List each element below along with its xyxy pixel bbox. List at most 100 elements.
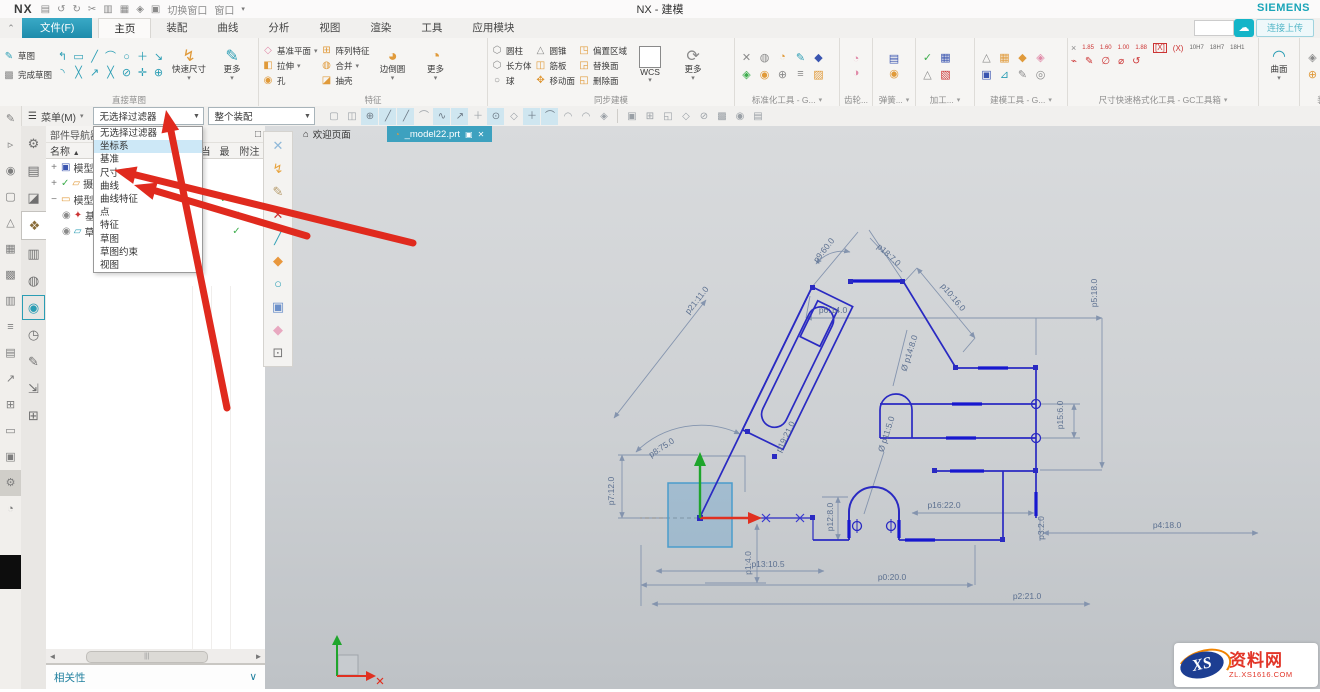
tab-home[interactable]: 主页 [98,18,151,38]
win-7-icon[interactable]: ◉ [731,108,748,125]
restore-window-icon[interactable]: ▣ [465,130,473,139]
resource-settings-icon[interactable]: ⚙ [21,130,46,157]
table-tool-icon[interactable]: ▦ [0,236,21,262]
snap-16-icon[interactable]: ◈ [595,108,612,125]
web-browser-icon[interactable]: ◉ [21,294,46,321]
win-3-icon[interactable]: ◱ [659,108,676,125]
move-face-button[interactable]: ✥移动面 [535,73,576,88]
eye-icon[interactable]: ◉ [62,226,71,237]
redo-icon[interactable]: ↻ [73,4,81,15]
scope-caret-icon[interactable]: ▼ [300,113,314,120]
filter-option-csys[interactable]: 坐标系 [94,140,202,153]
chamfer-icon[interactable]: ◝ [55,66,70,81]
collapse-ribbon-icon[interactable]: ⌃ [0,18,22,38]
feature-more-button[interactable]: ◔ 更多▾ [416,48,456,82]
constraint-navigator-icon[interactable]: ◪ [21,184,46,211]
line-icon[interactable]: ╱ [87,50,102,65]
mirror-icon[interactable]: ✛ [135,66,150,81]
snap-6-icon[interactable]: ⌒ [415,108,432,125]
mt-6-icon[interactable]: ⊿ [1000,68,1009,81]
mt-5-icon[interactable]: ▣ [981,68,991,81]
snap-14-icon[interactable]: ◠ [559,108,576,125]
hd3d-tools-icon[interactable]: ◍ [21,267,46,294]
column-note[interactable]: 附注 [234,143,265,158]
tab-tools[interactable]: 工具 [406,18,457,38]
triangle-tool-icon[interactable]: △ [0,210,21,236]
asm-3-icon[interactable]: ⊕ [1308,68,1317,81]
filter-option-feature[interactable]: 特征 [94,219,202,232]
snap-8-icon[interactable]: ↗ [451,108,468,125]
graphics-window[interactable]: ⌂ 欢迎页面 ◔ _model22.prt ▣ ✕ [265,126,1320,689]
snap-11-icon[interactable]: ◇ [505,108,522,125]
delete-face-button[interactable]: ◱删除面 [578,73,627,88]
fmt-decimal-1-icon[interactable]: 1.60 [1100,45,1112,51]
std-tool-7-icon[interactable]: ◉ [760,68,770,81]
surface-button[interactable]: ◠ 曲面▾ [1262,48,1296,82]
eye-icon[interactable]: ◉ [62,210,71,221]
mt-8-icon[interactable]: ◎ [1036,68,1046,81]
cursor-tool-icon[interactable]: ▹ [0,132,21,158]
circle-icon[interactable]: ○ [119,50,134,65]
unite-button[interactable]: ◍合并▾ [321,58,370,73]
gear-2-icon[interactable]: ◑ [853,67,860,79]
roles-icon[interactable]: ✎ [21,348,46,375]
fmt-decimal-2-icon[interactable]: 1.85 [1082,45,1094,51]
asm-1-icon[interactable]: ◈ [1308,51,1316,64]
mt-1-icon[interactable]: △ [982,51,990,64]
fmt-box-x-icon[interactable]: [X] [1153,43,1167,53]
win-4-icon[interactable]: ◇ [677,108,694,125]
filter-option-datum[interactable]: 基准 [94,153,202,166]
snap-13-icon[interactable]: ⌒ [541,108,558,125]
tab-render[interactable]: 渲染 [355,18,406,38]
snap-1-icon[interactable]: ▢ [325,108,342,125]
cube-tool-icon[interactable]: ▣ [264,295,292,318]
edge-blend-button[interactable]: ◕ 边倒圆▾ [373,48,413,82]
mt-4-icon[interactable]: ◈ [1036,51,1044,64]
datum-tool-icon[interactable]: ◆ [264,318,292,341]
offset-icon[interactable]: ⊘ [119,66,134,81]
fmt-paren-x-icon[interactable]: (X) [1173,44,1184,53]
monitor-tool-icon[interactable]: ▭ [0,418,21,444]
fmt-fit-3-icon[interactable]: 18H1 [1230,45,1244,51]
finish-sketch-button[interactable]: ▩完成草图 [3,68,52,83]
filter-option-curve[interactable]: 曲线 [94,180,202,193]
sphere-button[interactable]: ○球 [491,73,532,88]
hole-button[interactable]: ◉孔 [262,73,318,88]
rectangle-icon[interactable]: ▭ [71,50,86,65]
mach-3-icon[interactable]: △ [923,68,931,81]
gear-1-icon[interactable]: ◔ [853,53,860,65]
history-icon[interactable]: ◔ [0,496,21,522]
undo-icon[interactable]: ↺ [57,4,65,15]
connect-upload-button[interactable]: 连接上传 [1256,19,1314,37]
std-tool-8-icon[interactable]: ⊕ [778,68,787,81]
fmt-trailing-icon[interactable]: 1.88 [1135,45,1147,51]
expander-icon[interactable]: − [50,194,58,205]
fmt-integer-icon[interactable]: 1.00 [1118,45,1130,51]
snap-10-icon[interactable]: ⊙ [487,108,504,125]
circle-tool-icon[interactable]: ○ [264,272,292,295]
filter-caret-icon[interactable]: ▼ [189,113,203,120]
sketch-button[interactable]: ✎草图 [3,49,52,64]
wcs-button[interactable]: WCS▾ [630,46,670,85]
selection-filter-combo[interactable]: 无选择过滤器▼ [93,107,204,125]
save-icon[interactable]: ▤ [41,4,50,15]
cone-button[interactable]: △圆锥 [535,43,576,58]
scrollbar-thumb[interactable]: ||| [86,651,208,663]
line-tool-icon[interactable]: ╱ [264,226,292,249]
tab-assembly[interactable]: 装配 [151,18,202,38]
filter-option-view[interactable]: 视图 [94,259,202,272]
mt-3-icon[interactable]: ◆ [1018,51,1026,64]
system-scene-icon[interactable]: ⇲ [21,375,46,402]
part-navigator-icon[interactable]: ❖ [21,211,47,240]
reattach-icon[interactable]: ⊡ [264,341,292,364]
horizontal-scrollbar[interactable]: ◄ ||| ► [46,649,265,663]
scroll-right-icon[interactable]: ► [252,652,265,661]
snap-2-icon[interactable]: ◫ [343,108,360,125]
tab-curve[interactable]: 曲线 [202,18,253,38]
filter-option-sketch[interactable]: 草图 [94,233,202,246]
mach-1-icon[interactable]: ✓ [923,51,932,64]
panel-window-icon[interactable]: □ [255,129,261,140]
rapid-dim-icon[interactable]: ↯ [264,157,292,180]
std-tool-1-icon[interactable]: ✕ [742,51,751,64]
shape-tool-icon[interactable]: ▢ [0,184,21,210]
